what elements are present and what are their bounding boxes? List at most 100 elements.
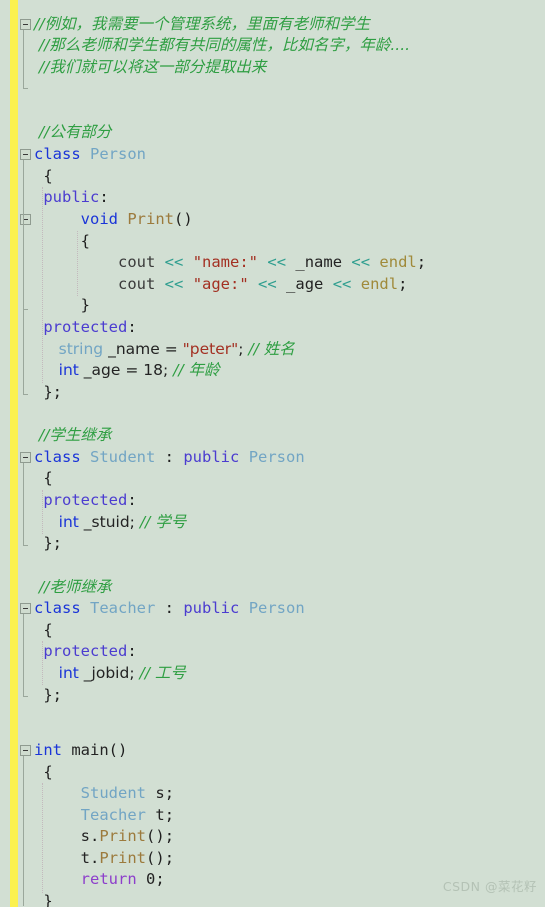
token-punct-18-0: }; — [34, 383, 62, 401]
token-punct-28-1 — [81, 599, 90, 617]
token-comment-31-5: // 工号 — [139, 664, 186, 682]
token-punct-14-0: } — [34, 296, 90, 314]
fold-method-print-bracket — [23, 225, 24, 309]
token-num-17-5: 18 — [143, 361, 163, 379]
token-keyword-28-0: class — [34, 599, 81, 617]
token-punct-29-0: { — [34, 621, 53, 639]
code-line-27[interactable]: //老师继承 — [34, 577, 111, 598]
code-editor-window[interactable]: //例如，我需要一个管理系统，里面有老师和学生 //那么老师和学生都有共同的属性… — [0, 0, 545, 907]
selection-margin[interactable] — [0, 0, 10, 907]
token-punct-11-0: { — [34, 232, 90, 250]
code-line-32[interactable]: }; — [34, 685, 62, 706]
token-punct-42-0: } — [34, 892, 53, 907]
code-line-18[interactable]: }; — [34, 382, 62, 403]
token-punct-40-0 — [34, 849, 81, 867]
code-line-25[interactable]: }; — [34, 533, 62, 554]
fold-comment-block-collapse-icon[interactable] — [20, 19, 31, 30]
code-line-17[interactable]: int _age = 18; // 年龄 — [34, 360, 220, 381]
code-line-23[interactable]: protected: — [34, 490, 137, 511]
token-punct-17-6: ; — [163, 361, 174, 379]
token-type-37-1: Student — [80, 784, 146, 802]
code-line-1[interactable]: //例如，我需要一个管理系统，里面有老师和学生 — [34, 14, 370, 35]
code-line-8[interactable]: { — [34, 166, 52, 187]
token-punct-12-0 — [34, 253, 118, 271]
code-line-14[interactable]: } — [34, 295, 90, 316]
code-line-9[interactable]: public: — [34, 187, 108, 208]
code-line-36[interactable]: { — [34, 762, 53, 783]
token-punct-32-0: }; — [34, 686, 62, 704]
token-string-16-5: "peter" — [182, 340, 239, 358]
token-punct-12-10 — [342, 253, 351, 271]
code-line-28[interactable]: class Teacher : public Person — [34, 598, 305, 619]
token-punct-37-0 — [34, 784, 81, 802]
token-punct-10-2 — [118, 210, 127, 228]
code-line-12[interactable]: cout << "name:" << _name << endl; — [34, 252, 426, 273]
token-type-21-6: Person — [248, 448, 305, 466]
fold-class-person-bracket-foot — [23, 394, 28, 395]
code-line-37[interactable]: Student s; — [34, 783, 174, 804]
code-text-area[interactable]: //例如，我需要一个管理系统，里面有老师和学生 //那么老师和学生都有共同的属性… — [34, 0, 545, 907]
token-op-12-3: << — [164, 253, 184, 271]
code-line-16[interactable]: string _name = "peter"; // 姓名 — [34, 339, 295, 360]
code-line-21[interactable]: class Student : public Person — [34, 447, 305, 468]
token-access-28-4: public — [183, 599, 240, 617]
token-punct-37-4: ; — [164, 784, 175, 802]
code-line-30[interactable]: protected: — [34, 641, 136, 662]
token-access-21-4: public — [183, 448, 240, 466]
fold-comment-block-bracket-foot — [23, 88, 28, 89]
token-access-30-1: protected — [43, 642, 128, 660]
token-punct-13-10 — [323, 275, 332, 293]
code-line-40[interactable]: t.Print(); — [34, 848, 174, 869]
code-line-7[interactable]: class Person — [34, 144, 146, 165]
token-keyword-17-1: int — [58, 361, 79, 379]
token-punct-13-12 — [351, 275, 360, 293]
fold-class-student-collapse-icon[interactable] — [20, 452, 31, 463]
fold-method-print-collapse-icon[interactable] — [20, 214, 31, 225]
code-line-39[interactable]: s.Print(); — [34, 826, 174, 847]
token-access-23-1: protected — [43, 491, 128, 509]
code-line-35[interactable]: int main() — [34, 740, 127, 761]
code-line-31[interactable]: int _jobid; // 工号 — [34, 663, 186, 684]
token-op-13-7: << — [258, 275, 277, 293]
token-punct-35-1 — [62, 741, 71, 759]
code-line-15[interactable]: protected: — [34, 317, 136, 338]
token-punct-36-0: { — [34, 763, 53, 781]
code-line-2[interactable]: //那么老师和学生都有共同的属性，比如名字，年龄.... — [34, 35, 410, 56]
token-punct-12-8 — [286, 253, 295, 271]
fold-class-person-collapse-icon[interactable] — [20, 149, 31, 160]
token-punct-23-2: : — [127, 491, 137, 509]
token-punct-41-2 — [137, 870, 146, 888]
token-punct-16-6: ; — [238, 340, 249, 358]
code-line-29[interactable]: { — [34, 620, 53, 641]
token-punct-21-1 — [81, 448, 90, 466]
code-line-10[interactable]: void Print() — [34, 209, 193, 230]
code-line-41[interactable]: return 0; — [34, 869, 165, 890]
token-punct-22-0: { — [34, 469, 53, 487]
token-string-13-5: "age:" — [192, 275, 249, 293]
token-comment-1-0: //例如，我需要一个管理系统，里面有老师和学生 — [34, 15, 370, 33]
code-line-38[interactable]: Teacher t; — [34, 805, 174, 826]
code-line-3[interactable]: //我们就可以将这一部分提取出来 — [34, 57, 266, 78]
token-ident-17-3: _age — [83, 361, 121, 379]
code-line-6[interactable]: //公有部分 — [34, 122, 111, 143]
token-ident-13-9: _age — [286, 275, 324, 293]
token-access-15-1: protected — [43, 318, 128, 336]
code-line-13[interactable]: cout << "age:" << _age << endl; — [34, 274, 407, 295]
token-punct-30-0 — [34, 642, 43, 660]
code-line-20[interactable]: //学生继承 — [34, 425, 111, 446]
fold-class-teacher-collapse-icon[interactable] — [20, 603, 31, 614]
token-keyword-35-0: int — [34, 741, 62, 759]
fold-function-main-collapse-icon[interactable] — [20, 745, 31, 756]
token-punct-13-2 — [155, 275, 164, 293]
token-punct-24-0 — [34, 513, 59, 531]
code-line-24[interactable]: int _stuid; // 学号 — [34, 512, 187, 533]
token-ident-31-3: _jobid — [83, 664, 130, 682]
code-folding-gutter[interactable] — [18, 0, 34, 907]
token-punct-13-4 — [183, 275, 192, 293]
token-punct-16-4: = — [159, 340, 183, 358]
token-punct-38-4: ; — [164, 806, 175, 824]
code-line-11[interactable]: { — [34, 231, 90, 252]
code-line-22[interactable]: { — [34, 468, 53, 489]
unsaved-change-indicator-bar — [10, 0, 18, 907]
code-line-42[interactable]: } — [34, 891, 53, 907]
